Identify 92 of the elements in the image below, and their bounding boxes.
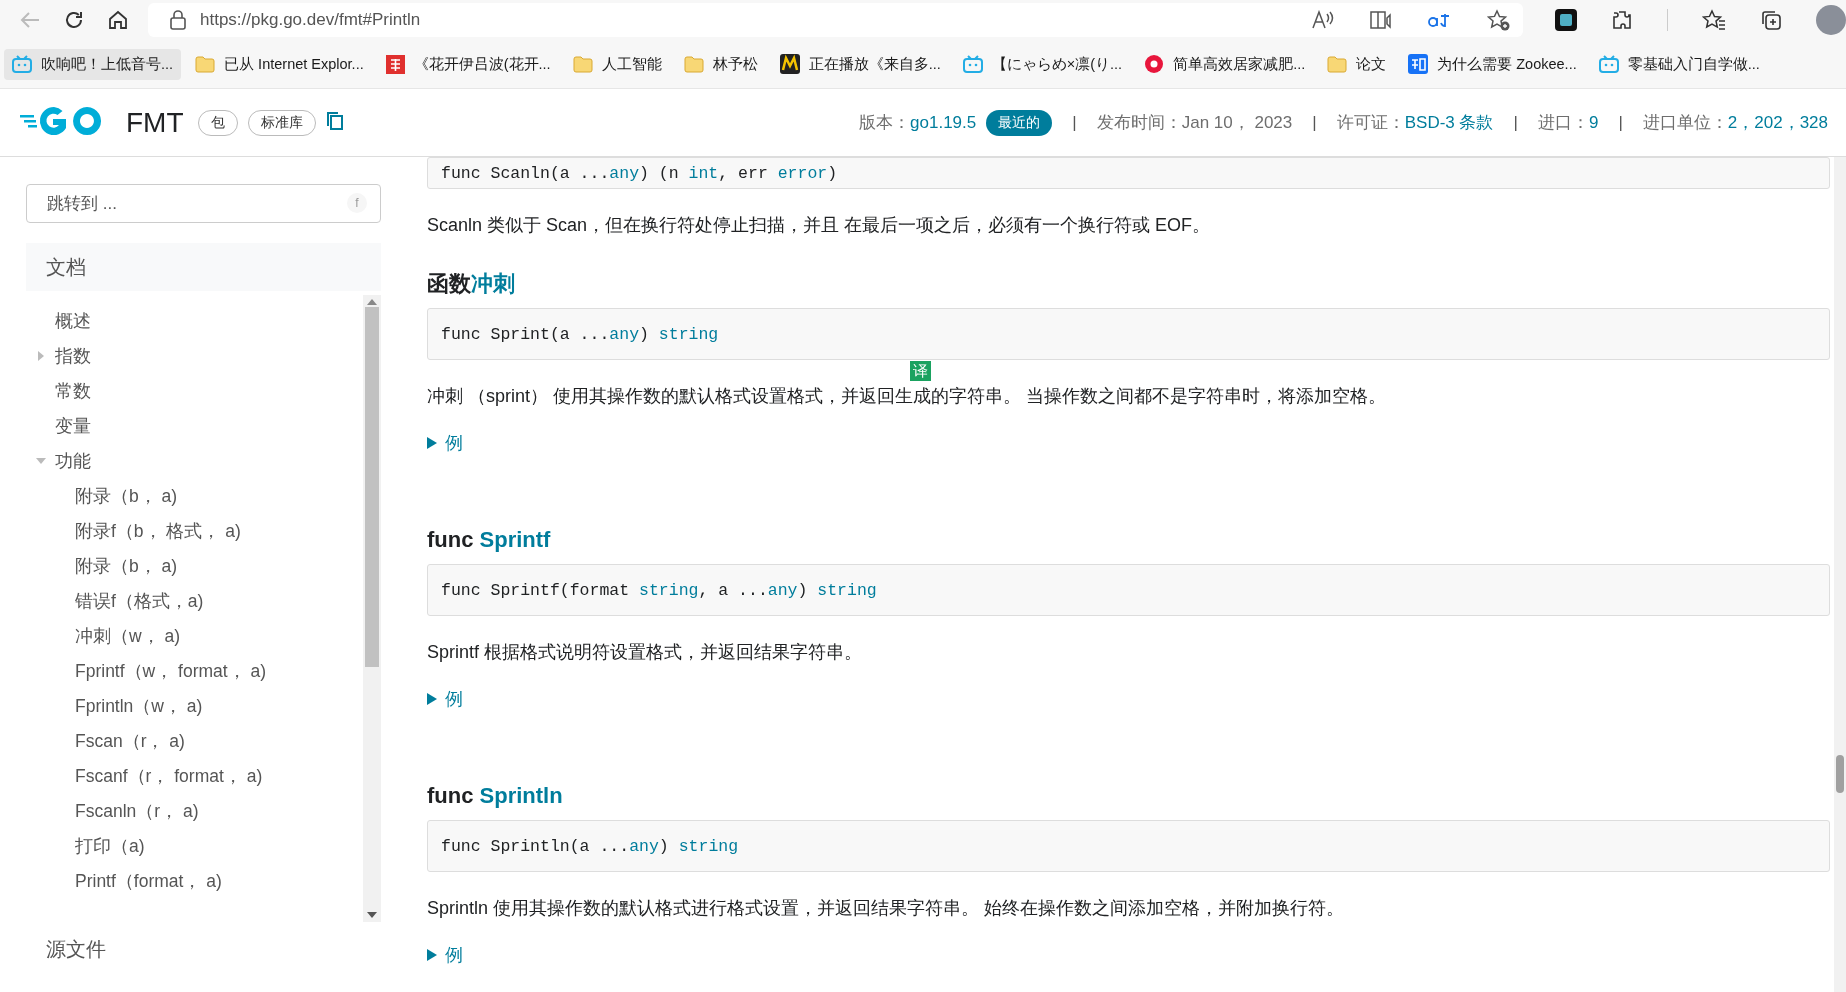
code-block: func Sprintf(format string, a ...any) string: [427, 564, 1830, 616]
nav-item[interactable]: Fscan（r， a): [75, 728, 185, 753]
scroll-up-icon[interactable]: [367, 299, 377, 305]
zhihu-icon: [1408, 54, 1429, 74]
triangle-right-icon: [427, 693, 437, 705]
bookmark[interactable]: 正在播放《来自多...: [771, 48, 949, 80]
nav-item[interactable]: 打印（a): [75, 833, 145, 858]
description-text: Sprintln 使用其操作数的默认格式进行格式设置，并返回结果字符串。 始终在操作数之间添加空格，并附加换行符。: [427, 898, 1345, 918]
triangle-right-icon: [427, 437, 437, 449]
meta-link[interactable]: go1.19.5: [910, 112, 977, 133]
nav-item[interactable]: 附录（b， a): [75, 553, 178, 578]
bookmark[interactable]: 零基础入门自学做...: [1590, 48, 1768, 80]
nav-item[interactable]: 功能: [55, 448, 91, 473]
nav-item[interactable]: Fprintf（w， format， a): [75, 658, 267, 683]
bookmark[interactable]: 简单高效居家减肥...: [1136, 48, 1314, 80]
tv-icon: [12, 55, 32, 73]
bookmark[interactable]: 人工智能: [564, 48, 670, 80]
nav-item[interactable]: 变量: [55, 413, 91, 438]
meta-link[interactable]: 2，202，328: [1727, 111, 1828, 134]
danmaku-icon: [385, 54, 405, 74]
description-text: 冲刺 （sprint） 使用其操作数的默认格式设置格式，并返回生成的字符串。 当操作数之间都不是字符串时，将添加空格。: [427, 386, 1387, 406]
m-logo-icon: [779, 54, 800, 74]
tv-icon: [962, 55, 983, 73]
folder-icon: [683, 55, 704, 73]
code-block: func Scanln(a ...any) (n int, err error): [427, 157, 1830, 189]
folder-icon: [572, 55, 593, 73]
meta-link[interactable]: BSD-3 条款: [1404, 111, 1494, 134]
nav-item[interactable]: 源文件: [26, 922, 381, 963]
folder-icon: [1327, 55, 1348, 73]
sidebar-scrollbar[interactable]: [363, 295, 381, 922]
separator: |: [1513, 112, 1518, 133]
nav-item[interactable]: 冲刺（w， a): [75, 623, 181, 648]
page-scrollbar[interactable]: [1834, 157, 1846, 992]
nav-item[interactable]: 附录f（b， 格式， a): [75, 518, 241, 543]
refresh-icon[interactable]: [63, 9, 85, 31]
nav-item[interactable]: 附录（b， a): [75, 483, 178, 508]
tv-icon: [1598, 55, 1619, 73]
nav-item[interactable]: Fscanln（r， a): [75, 798, 199, 823]
bookmark[interactable]: 已从 Internet Explor...: [187, 48, 372, 80]
nav-item[interactable]: Printf（format， a): [75, 868, 222, 893]
example-toggle[interactable]: 例: [427, 943, 463, 967]
meta-label: 进口单位：: [1642, 112, 1728, 134]
description-text: Sprintf 根据格式说明符设置格式，并返回结果字符串。: [427, 642, 863, 662]
bookmark[interactable]: 林予松: [675, 48, 766, 80]
nav-item[interactable]: 错误f（格式，a): [75, 588, 204, 613]
example-toggle[interactable]: 例: [427, 687, 463, 711]
reader-view-icon[interactable]: [1369, 10, 1393, 30]
function-heading: func Sprintf: [427, 526, 552, 554]
address-bar[interactable]: https://pkg.go.dev/fmt#Println: [148, 3, 1523, 37]
url-text: https://pkg.go.dev/fmt#Println: [200, 10, 422, 30]
meta-value: Jan 10， 2023: [1181, 112, 1293, 134]
separator: |: [1618, 112, 1623, 133]
copy-icon[interactable]: [325, 110, 344, 131]
home-icon[interactable]: [107, 9, 129, 31]
bookmark[interactable]: 吹响吧！上低音号...: [4, 48, 182, 80]
function-heading: func Sprintln: [427, 782, 564, 810]
code-block: func Sprint(a ...any) string: [427, 308, 1830, 360]
bookmark[interactable]: 【にゃらめ×凛(り...: [954, 48, 1131, 80]
meta-label: 许可证：: [1336, 112, 1405, 134]
section-heading[interactable]: 文档: [26, 243, 381, 291]
nav-item[interactable]: 常数: [55, 378, 91, 403]
meta-label: 进口：: [1537, 112, 1589, 134]
separator: |: [1312, 112, 1317, 133]
lock-icon: [170, 10, 186, 30]
example-toggle[interactable]: 例: [427, 431, 463, 455]
meta-link[interactable]: 9: [1588, 112, 1599, 133]
scroll-down-icon[interactable]: [367, 912, 377, 918]
read-aloud-icon[interactable]: [1311, 10, 1335, 30]
separator: |: [1072, 112, 1077, 133]
star-plus-icon[interactable]: [1487, 9, 1511, 31]
record-icon: [1144, 54, 1165, 74]
meta-label: 版本：: [859, 112, 911, 134]
nav-item[interactable]: Fscanf（r， format， a): [75, 763, 263, 788]
collections-icon[interactable]: [1760, 9, 1782, 31]
package-title: FMT: [126, 106, 184, 139]
folder-icon: [195, 55, 216, 73]
description-text: Scanln 类似于 Scan，但在换行符处停止扫描，并且 在最后一项之后，必须有一个换行符或 EOF。: [427, 215, 1211, 235]
nav-item[interactable]: 概述: [55, 308, 91, 333]
code-block: func Sprintln(a ...any) string: [427, 820, 1830, 872]
app-tile-icon[interactable]: [1555, 9, 1577, 31]
bookmark[interactable]: 为什么需要 Zookee...: [1400, 48, 1585, 80]
avatar[interactable]: [1816, 5, 1846, 35]
extensions-icon[interactable]: [1611, 9, 1633, 31]
bookmark[interactable]: 《花开伊吕波(花开...: [377, 48, 559, 80]
latest-badge: 最近的: [986, 109, 1053, 136]
meta-label: 发布时间：: [1096, 112, 1182, 134]
bookmark[interactable]: 论文: [1319, 48, 1395, 80]
nav-item[interactable]: Fprintln（w， a): [75, 693, 203, 718]
favorites-icon[interactable]: [1702, 9, 1726, 31]
triangle-right-icon: [427, 949, 437, 961]
nav-item[interactable]: 指数: [55, 343, 91, 368]
function-heading: 函数冲刺: [427, 270, 516, 298]
